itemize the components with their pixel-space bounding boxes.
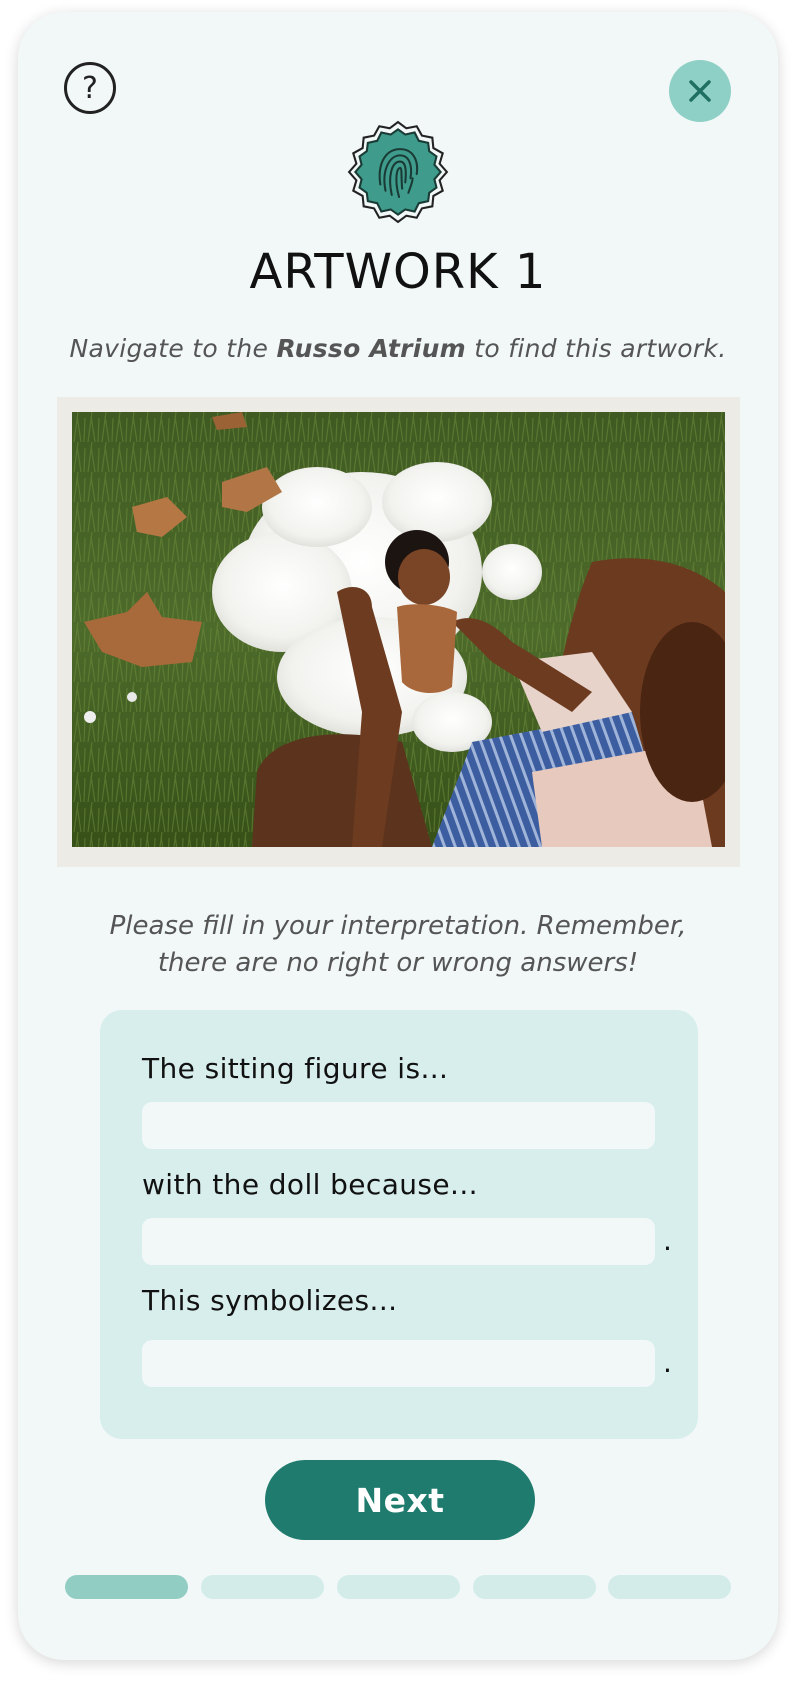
navigation-prefix: Navigate to the [69, 334, 277, 363]
question-circle-icon: ? [82, 70, 98, 106]
close-button[interactable] [669, 60, 731, 122]
artwork-image [57, 397, 740, 867]
navigation-hint: Navigate to the Russo Atrium to find thi… [18, 334, 778, 363]
close-x-icon [689, 80, 711, 102]
navigation-suffix: to find this artwork. [466, 334, 727, 363]
period-mark: . [663, 1346, 672, 1379]
with-doll-input[interactable] [142, 1218, 655, 1265]
instructions-text: Please fill in your interpretation. Reme… [109, 911, 687, 978]
sitting-figure-input[interactable] [142, 1102, 655, 1149]
prompt-sitting-figure: The sitting figure is... [142, 1052, 449, 1085]
artwork-photo [72, 412, 725, 847]
next-button[interactable]: Next [265, 1460, 535, 1540]
fingerprint-badge-icon [347, 120, 449, 224]
progress-indicator [65, 1575, 731, 1599]
interpretation-form: The sitting figure is... with the doll b… [100, 1010, 698, 1439]
location-name: Russo Atrium [276, 334, 467, 363]
period-mark: . [663, 1224, 672, 1257]
symbolizes-input[interactable] [142, 1340, 655, 1387]
progress-step-3 [337, 1575, 460, 1599]
progress-step-1 [65, 1575, 188, 1599]
progress-step-2 [201, 1575, 324, 1599]
progress-step-5 [608, 1575, 731, 1599]
artwork-card: ? ARTWORK 1 Navigate to the Russo Atrium… [18, 12, 778, 1660]
help-button[interactable]: ? [64, 62, 116, 114]
prompt-with-doll: with the doll because... [142, 1168, 478, 1201]
prompt-symbolizes: This symbolizes... [142, 1284, 398, 1317]
progress-step-4 [473, 1575, 596, 1599]
page-title: ARTWORK 1 [249, 244, 547, 300]
